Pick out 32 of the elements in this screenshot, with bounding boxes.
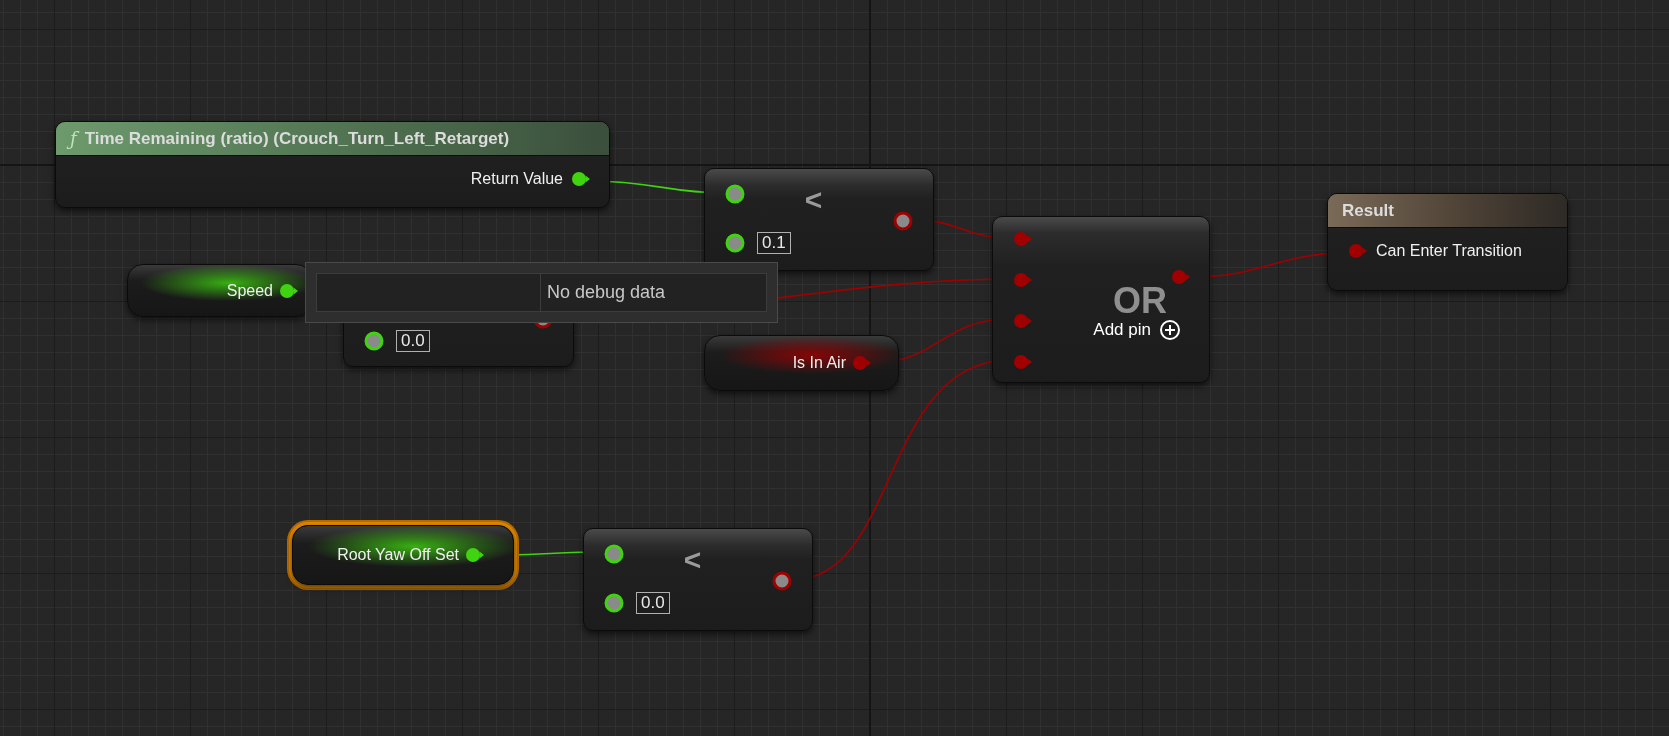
function-node[interactable]: ƒ Time Remaining (ratio) (Crouch_Turn_Left_Retarget) Return Value	[55, 121, 610, 208]
value-field[interactable]: 0.1	[757, 232, 791, 254]
value-field[interactable]: 0.0	[396, 330, 430, 352]
value-field[interactable]: 0.0	[636, 592, 670, 614]
pin-icon[interactable]	[364, 331, 384, 351]
node-title: Time Remaining (ratio) (Crouch_Turn_Left_Retarget)	[84, 128, 510, 149]
pin-label: Can Enter Transition	[1376, 242, 1522, 260]
variable-node[interactable]: Is In Air	[704, 335, 899, 391]
pin-icon[interactable]	[725, 233, 745, 253]
pin-icon[interactable]	[772, 571, 792, 591]
plus-icon	[1159, 319, 1181, 341]
pin-icon[interactable]	[279, 282, 299, 299]
variable-label: Is In Air	[792, 354, 846, 372]
pin-label: Return Value	[470, 170, 563, 188]
compare-node[interactable]: 0.1 <	[704, 168, 934, 271]
variable-label: Speed	[226, 281, 273, 300]
add-pin-button[interactable]: Add pin	[1093, 319, 1181, 341]
compare-node[interactable]: 0.0 <	[583, 528, 813, 631]
pin-icon[interactable]	[604, 593, 624, 613]
operator-label: <	[683, 542, 702, 576]
pin-icon[interactable]	[725, 184, 745, 204]
node-title: OR	[1113, 283, 1167, 319]
tooltip-text: No debug data	[546, 282, 667, 303]
pin-icon[interactable]	[571, 171, 591, 187]
pin-icon[interactable]	[465, 547, 485, 563]
pin-icon[interactable]	[893, 211, 913, 231]
pin-icon[interactable]	[604, 544, 624, 564]
operator-label: <	[804, 182, 823, 216]
variable-label: Root Yaw Off Set	[337, 546, 459, 564]
or-node[interactable]: OR Add pin	[992, 216, 1210, 383]
node-title: Result	[1342, 200, 1394, 221]
result-node[interactable]: Result Can Enter Transition	[1327, 193, 1568, 291]
